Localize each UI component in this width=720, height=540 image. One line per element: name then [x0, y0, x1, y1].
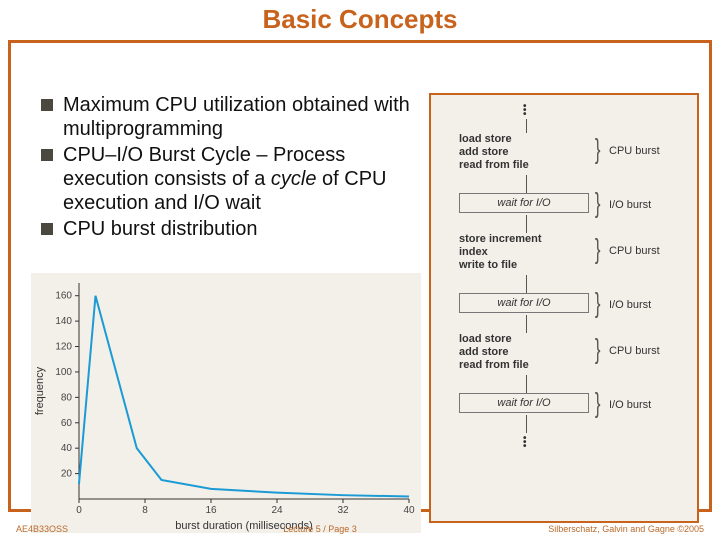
- footer: AE4B33OSS Lecture 5 / Page 3 Silberschat…: [16, 524, 704, 534]
- io-wait-3: wait for I/O: [459, 393, 589, 413]
- svg-text:160: 160: [55, 291, 72, 302]
- code-line: write to file: [459, 259, 589, 272]
- svg-text:60: 60: [61, 418, 73, 429]
- cpu-burst-label: CPU burst: [609, 145, 660, 157]
- bullet-1: Maximum CPU utilization obtained with mu…: [41, 93, 421, 141]
- svg-text:8: 8: [142, 505, 148, 516]
- svg-text:100: 100: [55, 367, 72, 378]
- svg-text:24: 24: [271, 505, 283, 516]
- code-line: store increment: [459, 233, 589, 246]
- brace-icon: }: [595, 333, 601, 365]
- code-line: read from file: [459, 159, 589, 172]
- svg-text:frequency: frequency: [34, 366, 46, 415]
- footer-left: AE4B33OSS: [16, 524, 136, 534]
- page-title: Basic Concepts: [0, 4, 720, 35]
- cpu-io-cycle-diagram: ••• load store add store read from file …: [429, 93, 699, 523]
- footer-center: Lecture 5 / Page 3: [136, 524, 504, 534]
- svg-text:140: 140: [55, 316, 72, 327]
- code-line: load store: [459, 333, 589, 346]
- svg-text:40: 40: [61, 443, 73, 454]
- cpu-block-1: load store add store read from file: [459, 133, 589, 173]
- bullet-3: CPU burst distribution: [41, 217, 421, 241]
- svg-text:40: 40: [403, 505, 415, 516]
- cpu-block-2: store increment index write to file: [459, 233, 589, 273]
- brace-icon: }: [595, 187, 601, 219]
- brace-icon: }: [595, 387, 601, 419]
- svg-text:16: 16: [205, 505, 217, 516]
- ellipsis-icon: •••: [523, 105, 527, 117]
- brace-icon: }: [595, 133, 601, 165]
- bullet-2-em: cycle: [271, 168, 317, 190]
- svg-text:80: 80: [61, 392, 73, 403]
- svg-text:0: 0: [76, 505, 82, 516]
- code-line: index: [459, 246, 589, 259]
- io-burst-label: I/O burst: [609, 399, 651, 411]
- brace-icon: }: [595, 287, 601, 319]
- bullet-2: CPU–I/O Burst Cycle – Process execution …: [41, 143, 421, 215]
- code-line: read from file: [459, 359, 589, 372]
- cpu-burst-label: CPU burst: [609, 245, 660, 257]
- code-line: add store: [459, 146, 589, 159]
- brace-icon: }: [595, 233, 601, 265]
- svg-text:32: 32: [337, 505, 349, 516]
- io-burst-label: I/O burst: [609, 199, 651, 211]
- io-burst-label: I/O burst: [609, 299, 651, 311]
- svg-text:20: 20: [61, 469, 73, 480]
- cpu-burst-label: CPU burst: [609, 345, 660, 357]
- chart-burst-distribution: 204060801001201401600816243240burst dura…: [31, 273, 421, 533]
- bullet-list: Maximum CPU utilization obtained with mu…: [41, 93, 421, 243]
- slide-frame: Maximum CPU utilization obtained with mu…: [8, 40, 712, 512]
- svg-text:120: 120: [55, 342, 72, 353]
- footer-right: Silberschatz, Galvin and Gagne ©2005: [504, 524, 704, 534]
- code-line: load store: [459, 133, 589, 146]
- ellipsis-icon: •••: [523, 437, 527, 449]
- code-line: add store: [459, 346, 589, 359]
- io-wait-2: wait for I/O: [459, 293, 589, 313]
- cpu-block-3: load store add store read from file: [459, 333, 589, 373]
- io-wait-1: wait for I/O: [459, 193, 589, 213]
